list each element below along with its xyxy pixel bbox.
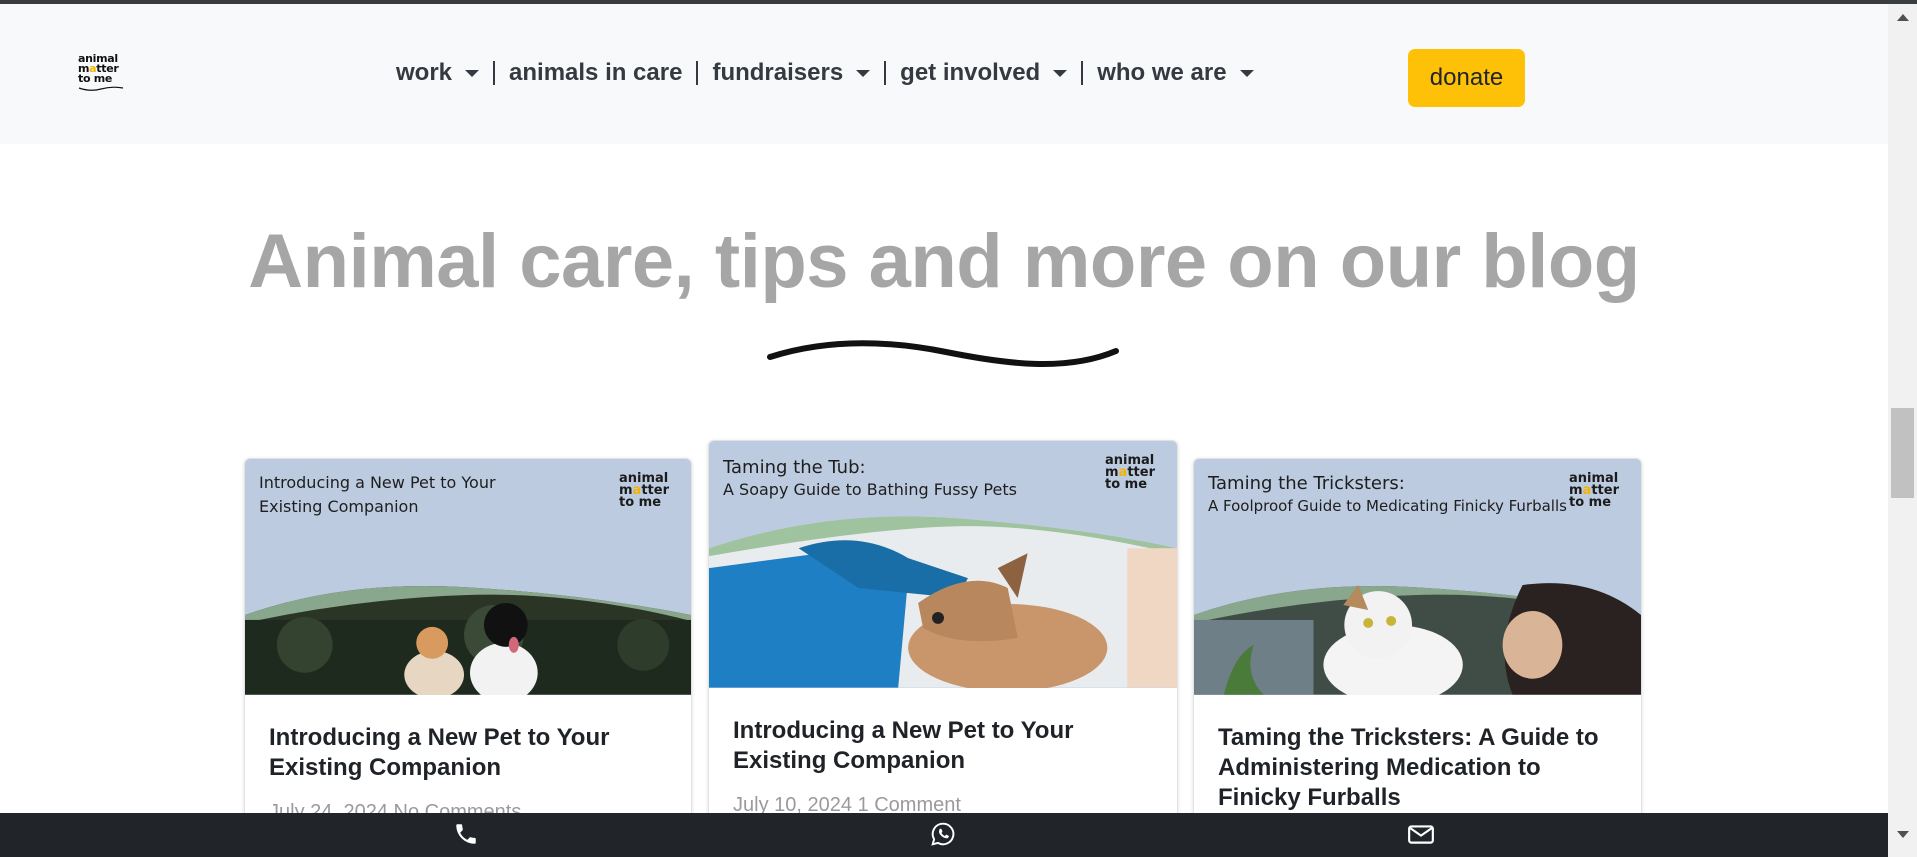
blog-card[interactable]: Taming the Tricksters: A Foolproof Guide… — [1193, 458, 1642, 818]
cat-medication-photo — [1194, 583, 1641, 695]
blog-card-title[interactable]: Taming the Tricksters: A Guide to Admini… — [1218, 723, 1617, 813]
nav-item-label: animals in care — [509, 59, 683, 86]
nav-item-get-involved[interactable]: get involved — [900, 59, 1068, 87]
nav-item-work[interactable]: work — [396, 59, 480, 87]
banner-caption: Taming the Tub: A Soapy Guide to Bathing… — [723, 457, 1017, 499]
page-scrollbar[interactable] — [1888, 4, 1917, 857]
blog-card[interactable]: Taming the Tub: A Soapy Guide to Bathing… — [708, 440, 1178, 818]
blog-card-image[interactable]: Taming the Tub: A Soapy Guide to Bathing… — [709, 441, 1177, 688]
chevron-down-icon — [465, 69, 480, 77]
nav-item-animals-in-care[interactable]: animals in care — [509, 59, 682, 87]
nav-divider — [1081, 61, 1084, 85]
chevron-down-icon — [856, 69, 871, 77]
bottom-contact-bar — [0, 813, 1888, 857]
nav-item-fundraisers[interactable]: fundraisers — [712, 59, 871, 87]
nav-divider — [493, 61, 496, 85]
whatsapp-icon[interactable] — [930, 821, 956, 852]
site-header: animal matter to me work animals in care… — [0, 4, 1888, 144]
blog-card-title[interactable]: Introducing a New Pet to Your Existing C… — [269, 723, 667, 783]
logo-line-3: to me — [78, 72, 113, 85]
email-icon[interactable] — [1407, 821, 1435, 852]
pets-photo — [245, 585, 691, 695]
banner-logo: animal matter to me — [1105, 453, 1155, 492]
dog-bath-photo — [709, 516, 1177, 688]
nav-item-label: get involved — [900, 59, 1041, 86]
nav-item-label: fundraisers — [712, 59, 844, 86]
blog-card-body: Taming the Tricksters: A Guide to Admini… — [1194, 695, 1641, 813]
donate-button[interactable]: donate — [1408, 49, 1525, 107]
chevron-down-icon — [1239, 69, 1254, 77]
banner-logo: animal matter to me — [619, 471, 669, 510]
nav-item-label: who we are — [1097, 59, 1227, 86]
section-title: Animal care, tips and more on our blog — [248, 219, 1640, 304]
scroll-down-arrow-icon[interactable] — [1897, 831, 1909, 838]
logo-swoosh-icon — [78, 86, 124, 91]
nav-divider — [884, 61, 887, 85]
banner-logo: animal matter to me — [1569, 471, 1619, 510]
blog-card-title[interactable]: Introducing a New Pet to Your Existing C… — [733, 716, 1153, 776]
blog-card-image[interactable]: Taming the Tricksters: A Foolproof Guide… — [1194, 459, 1641, 695]
scrollbar-thumb[interactable] — [1891, 408, 1914, 498]
blog-card-image[interactable]: Introducing a New Pet to Your Existing C… — [245, 459, 691, 695]
nav-divider — [696, 61, 699, 85]
chevron-down-icon — [1053, 69, 1068, 77]
phone-icon[interactable] — [453, 821, 479, 852]
site-logo[interactable]: animal matter to me — [78, 53, 126, 92]
blog-card-body: Introducing a New Pet to Your Existing C… — [709, 688, 1177, 817]
title-underline-squiggle — [767, 340, 1119, 367]
nav-item-label: work — [396, 59, 453, 86]
nav-item-who-we-are[interactable]: who we are — [1097, 59, 1254, 87]
blog-card[interactable]: Introducing a New Pet to Your Existing C… — [244, 458, 692, 818]
scroll-up-arrow-icon[interactable] — [1897, 14, 1909, 21]
blog-card-body: Introducing a New Pet to Your Existing C… — [245, 695, 691, 817]
main-nav: work animals in care fundraisers get inv… — [396, 54, 1254, 92]
banner-caption: Taming the Tricksters: A Foolproof Guide… — [1208, 473, 1567, 515]
banner-caption: Introducing a New Pet to Your Existing C… — [259, 473, 496, 516]
